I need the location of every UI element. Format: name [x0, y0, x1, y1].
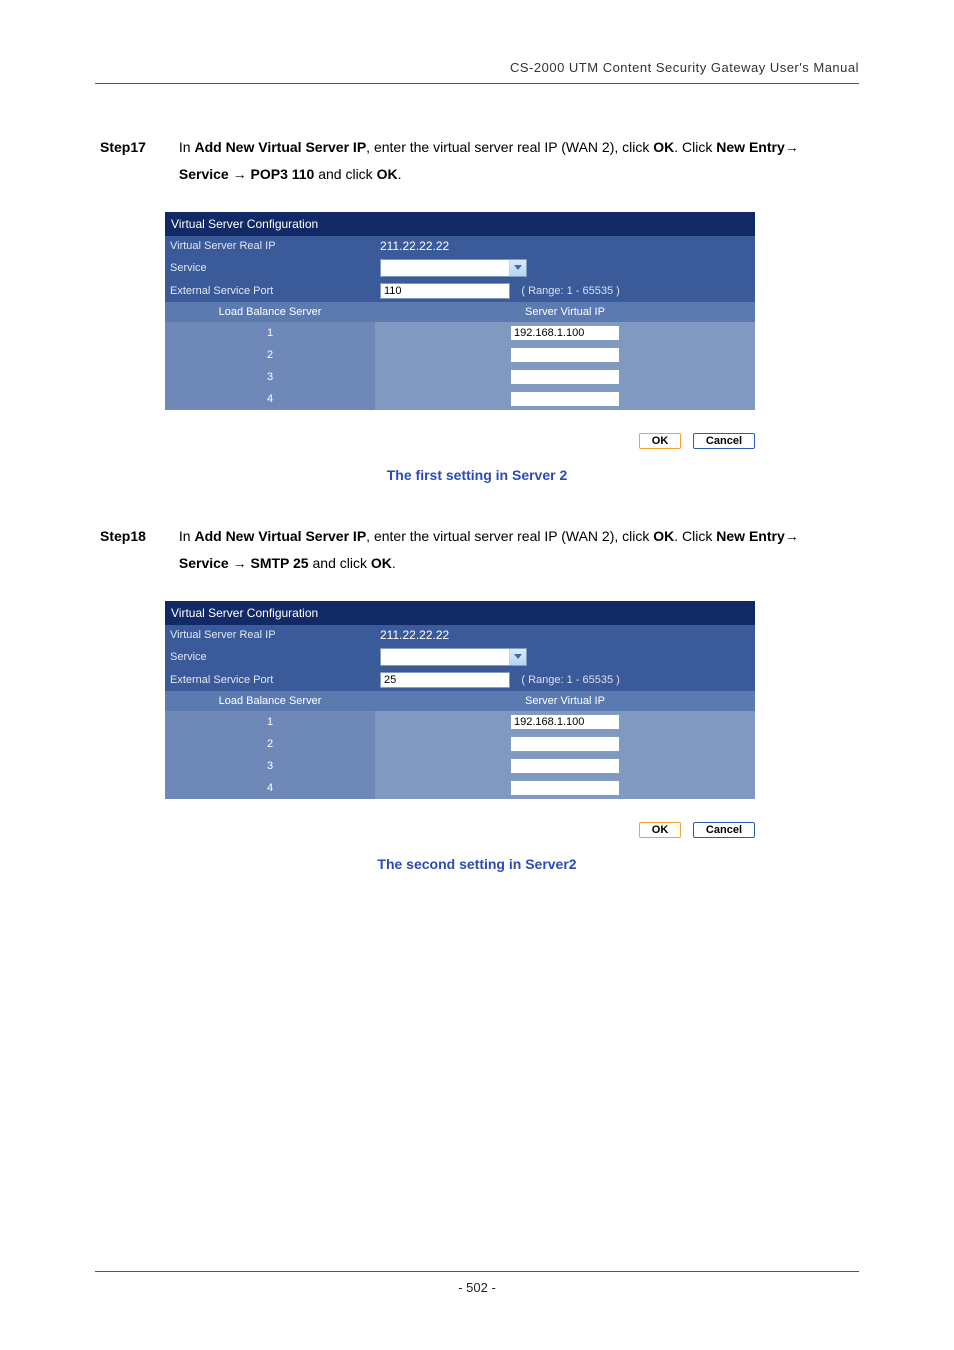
real-ip-value: 211.22.22.22: [375, 236, 755, 256]
vip-input-3[interactable]: [510, 758, 620, 774]
lb-header: Load Balance Server: [165, 691, 375, 711]
vip-input-2[interactable]: [510, 736, 620, 752]
t: and click: [314, 166, 376, 182]
vip-input-1[interactable]: [510, 325, 620, 341]
t: . Click: [674, 139, 716, 155]
real-ip-label: Virtual Server Real IP: [165, 625, 375, 645]
service-label: Service: [165, 256, 375, 280]
config2: Virtual Server Configuration Virtual Ser…: [165, 601, 859, 799]
vip-input-2[interactable]: [510, 347, 620, 363]
t: Add New Virtual Server IP: [194, 528, 366, 544]
step17-text: In Add New Virtual Server IP, enter the …: [179, 134, 839, 187]
step18-label: Step18: [100, 523, 175, 550]
step18-block: Step18 In Add New Virtual Server IP, ent…: [95, 523, 859, 576]
lb-index: 3: [165, 366, 375, 388]
t: In: [179, 528, 195, 544]
svip-header: Server Virtual IP: [375, 691, 755, 711]
caption-1: The first setting in Server 2: [95, 467, 859, 483]
config-title: Virtual Server Configuration: [165, 212, 755, 236]
vip-input-4[interactable]: [510, 780, 620, 796]
t: SMTP 25: [247, 555, 309, 571]
t: OK: [371, 555, 392, 571]
step17-block: Step17 In Add New Virtual Server IP, ent…: [95, 134, 859, 187]
config-table: Virtual Server Configuration Virtual Ser…: [165, 601, 755, 799]
arrow-icon: →: [785, 139, 799, 155]
vip-input-1[interactable]: [510, 714, 620, 730]
button-row-2: OK Cancel: [165, 811, 755, 846]
real-ip-value: 211.22.22.22: [375, 625, 755, 645]
t: POP3 110: [247, 166, 315, 182]
chevron-down-icon[interactable]: [509, 649, 526, 665]
ext-port-input[interactable]: [380, 283, 510, 299]
chevron-down-icon[interactable]: [509, 260, 526, 276]
real-ip-text: 211.22.22.22: [380, 628, 449, 642]
t: , enter the virtual server real IP (WAN …: [366, 139, 653, 155]
t: .: [392, 555, 396, 571]
t: . Click: [674, 528, 716, 544]
ext-port-input[interactable]: [380, 672, 510, 688]
arrow-icon: →: [233, 166, 247, 182]
port-range: ( Range: 1 - 65535 ): [521, 285, 619, 297]
cancel-button[interactable]: Cancel: [693, 822, 755, 838]
ok-button[interactable]: OK: [639, 822, 682, 838]
t: OK: [653, 139, 674, 155]
lb-index: 3: [165, 755, 375, 777]
step17-label: Step17: [100, 134, 175, 161]
t: In: [179, 139, 195, 155]
ok-button[interactable]: OK: [639, 433, 682, 449]
service-label: Service: [165, 645, 375, 669]
caption-2: The second setting in Server2: [95, 856, 859, 872]
service-select-value: POP3 (110): [381, 260, 509, 276]
cancel-button[interactable]: Cancel: [693, 433, 755, 449]
lb-index: 4: [165, 388, 375, 410]
svip-header: Server Virtual IP: [375, 302, 755, 322]
button-row-1: OK Cancel: [165, 422, 755, 457]
lb-index: 1: [165, 711, 375, 733]
t: Service: [179, 166, 233, 182]
page-footer: - 502 -: [95, 1271, 859, 1295]
config-title: Virtual Server Configuration: [165, 601, 755, 625]
real-ip-text: 211.22.22.22: [380, 239, 449, 253]
t: and click: [309, 555, 371, 571]
step18-text: In Add New Virtual Server IP, enter the …: [179, 523, 839, 576]
lb-index: 4: [165, 777, 375, 799]
lb-header: Load Balance Server: [165, 302, 375, 322]
t: New Entry: [716, 528, 784, 544]
config1: Virtual Server Configuration Virtual Ser…: [165, 212, 859, 410]
ext-port-label: External Service Port: [165, 280, 375, 302]
service-select[interactable]: POP3 (110): [380, 259, 527, 277]
service-select[interactable]: SMTP (25): [380, 648, 527, 666]
arrow-icon: →: [233, 555, 247, 571]
t: OK: [653, 528, 674, 544]
t: Service: [179, 555, 233, 571]
t: OK: [377, 166, 398, 182]
vip-input-4[interactable]: [510, 391, 620, 407]
manual-page: CS-2000 UTM Content Security Gateway Use…: [0, 0, 954, 1350]
vip-input-3[interactable]: [510, 369, 620, 385]
lb-index: 2: [165, 344, 375, 366]
service-select-value: SMTP (25): [381, 649, 509, 665]
lb-index: 2: [165, 733, 375, 755]
lb-index: 1: [165, 322, 375, 344]
real-ip-label: Virtual Server Real IP: [165, 236, 375, 256]
page-header: CS-2000 UTM Content Security Gateway Use…: [95, 60, 859, 84]
port-range: ( Range: 1 - 65535 ): [521, 674, 619, 686]
t: .: [398, 166, 402, 182]
arrow-icon: →: [785, 528, 799, 544]
ext-port-label: External Service Port: [165, 669, 375, 691]
t: , enter the virtual server real IP (WAN …: [366, 528, 653, 544]
config-table: Virtual Server Configuration Virtual Ser…: [165, 212, 755, 410]
t: Add New Virtual Server IP: [194, 139, 366, 155]
t: New Entry: [716, 139, 784, 155]
